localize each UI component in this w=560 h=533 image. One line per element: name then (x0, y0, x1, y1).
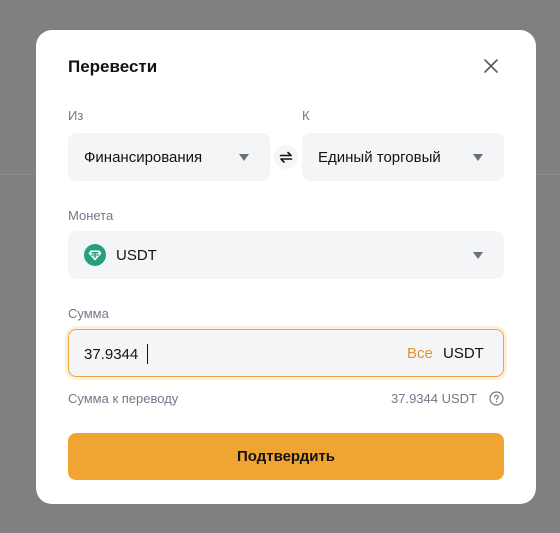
amount-unit: USDT (443, 345, 484, 362)
max-amount-button[interactable]: Все (407, 345, 433, 362)
swap-accounts-button[interactable] (274, 145, 298, 169)
modal-title: Перевести (68, 57, 158, 76)
confirm-button[interactable]: Подтвердить (68, 433, 504, 480)
amount-field: Все USDT (68, 329, 504, 377)
transfer-amount-value: 37.9344 USDT (391, 391, 477, 406)
from-label: Из (68, 108, 84, 123)
text-cursor (147, 344, 148, 364)
to-account-select[interactable]: Единый торговый (302, 133, 504, 181)
from-account-value: Финансирования (84, 149, 203, 166)
transfer-amount-label: Сумма к переводу (68, 391, 179, 406)
close-icon (484, 59, 498, 73)
caret-down-icon (473, 154, 483, 161)
amount-label: Сумма (68, 306, 109, 321)
caret-down-icon (473, 252, 483, 259)
swap-arrows-icon (279, 151, 293, 163)
coin-label: Монета (68, 208, 114, 223)
amount-input[interactable] (84, 343, 334, 365)
to-label: К (302, 108, 310, 123)
to-account-value: Единый торговый (318, 149, 441, 166)
caret-down-icon (239, 154, 249, 161)
transfer-modal: Перевести Из Финансирования К Единый тор… (36, 30, 536, 504)
coin-value: USDT (116, 247, 157, 264)
close-button[interactable] (480, 55, 502, 77)
info-button[interactable] (489, 391, 504, 406)
coin-select[interactable]: USDT (68, 231, 504, 279)
question-circle-icon (489, 391, 504, 406)
from-account-select[interactable]: Финансирования (68, 133, 270, 181)
usdt-tether-icon (84, 244, 106, 266)
